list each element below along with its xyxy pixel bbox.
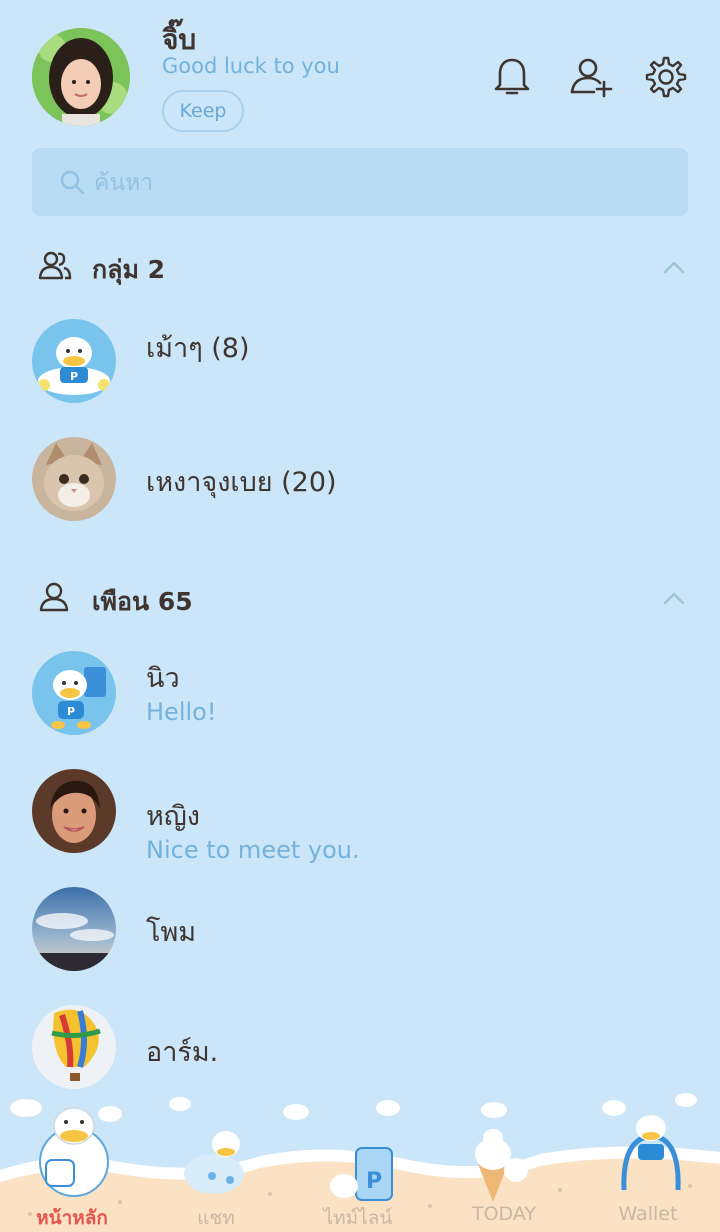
group-row[interactable]: เหงาจุงเบย (20) (0, 430, 720, 530)
groups-section-title[interactable]: กลุ่ม 2 (92, 250, 165, 290)
sky-avatar (32, 887, 116, 971)
svg-text:P: P (70, 370, 78, 383)
group-icon (38, 248, 72, 282)
friends-section-title[interactable]: เพือน 65 (92, 582, 193, 622)
friend-name: นิว (146, 663, 180, 694)
tab-chat[interactable]: แชท (156, 1203, 276, 1232)
group-name: เหงาจุงเบย (20) (146, 467, 337, 498)
friend-name: อาร์ม. (146, 1037, 219, 1068)
cat-avatar (32, 437, 116, 521)
duck-avatar: P (32, 651, 116, 735)
friend-icon (38, 580, 72, 614)
svg-text:P: P (366, 1169, 382, 1194)
duck-reading-avatar: P (32, 319, 116, 403)
svg-text:P: P (67, 705, 75, 718)
search-icon (58, 168, 86, 196)
tab-today[interactable]: TODAY (444, 1203, 564, 1225)
bell-icon[interactable] (488, 52, 536, 100)
friend-status-message: Hello! (146, 698, 217, 726)
friend-row[interactable]: P นิว Hello! (0, 644, 720, 744)
friend-row[interactable]: อาร์ม. (0, 998, 720, 1098)
friend-row[interactable]: โพม (0, 880, 720, 980)
tab-wallet[interactable]: Wallet (588, 1203, 708, 1225)
tab-home[interactable]: หน้าหลัก (12, 1203, 132, 1232)
settings-icon[interactable] (640, 52, 688, 100)
profile-status-message[interactable]: Good luck to you (162, 54, 340, 78)
friend-row[interactable]: หญิง Nice to meet you. (0, 762, 720, 864)
search-placeholder: ค้นหา (94, 170, 154, 196)
balloon-avatar (32, 1005, 116, 1089)
add-friend-icon[interactable] (566, 52, 614, 100)
friend-name: โพม (146, 917, 197, 948)
friend-name: หญิง (146, 801, 200, 832)
group-row[interactable]: P เม้าๆ (8) (0, 312, 720, 412)
woman-avatar (32, 769, 116, 853)
group-name: เม้าๆ (8) (146, 333, 250, 364)
keep-button[interactable]: Keep (162, 90, 244, 132)
chevron-up-icon[interactable] (662, 590, 686, 606)
friend-status-message: Nice to meet you. (146, 836, 360, 864)
profile-avatar[interactable] (32, 28, 130, 126)
chevron-up-icon[interactable] (662, 259, 686, 275)
tab-timeline[interactable]: ไทม์ไลน์ (298, 1203, 418, 1232)
